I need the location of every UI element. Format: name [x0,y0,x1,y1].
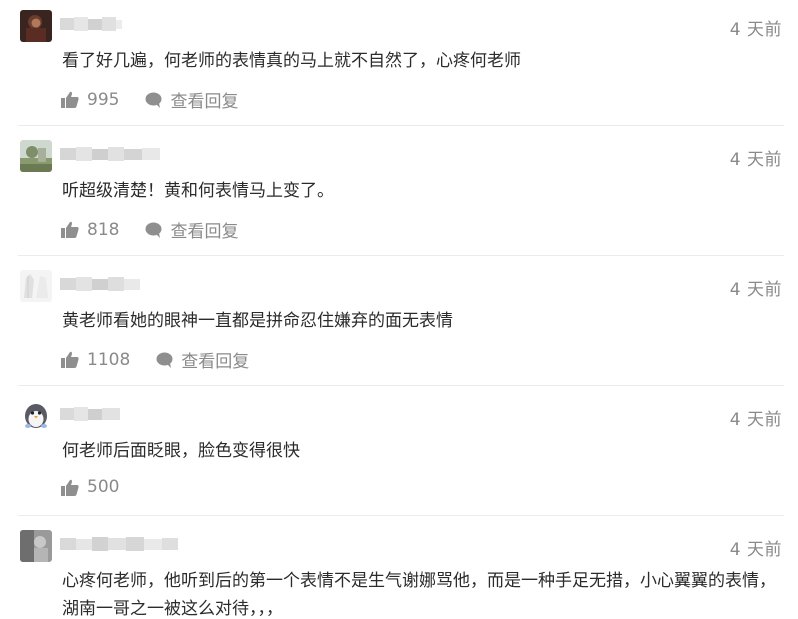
username-blurred[interactable] [60,144,160,164]
speech-bubble-icon [145,222,162,238]
comment-text: 心疼何老师，他听到后的第一个表情不是生气谢娜骂他，而是一种手足无措，小心翼翼的表… [62,571,776,619]
comment-time: 4 天前 [729,280,782,300]
avatar[interactable] [20,400,52,432]
comment-actions: 818 查看回复 [61,217,238,242]
comment-text: 何老师后面眨眼，脸色变得很快 [62,441,300,461]
view-replies-button[interactable]: 查看回复 [145,87,238,112]
comment-item: 4 天前 心疼何老师，他听到后的第一个表情不是生气谢娜骂他，而是一种手足无措，小… [0,520,798,619]
comment-time: 4 天前 [729,540,782,560]
comment-time: 4 天前 [729,20,782,40]
comment-item: 4 天前 黄老师看她的眼神一直都是拼命忍住嫌弃的面无表情 1108 查看回复 [0,260,798,385]
divider [18,255,784,256]
thumbs-up-icon [61,351,79,368]
divider [18,385,784,386]
view-replies-button[interactable]: 查看回复 [145,217,238,242]
like-button[interactable]: 500 [61,477,119,497]
view-replies-button[interactable]: 查看回复 [156,347,249,372]
like-count: 995 [87,89,120,110]
comment-actions: 1108 查看回复 [61,347,249,372]
avatar[interactable] [20,530,52,562]
comment-actions: 500 [61,477,119,497]
comment-text: 黄老师看她的眼神一直都是拼命忍住嫌弃的面无表情 [62,311,453,331]
avatar[interactable] [20,10,52,42]
like-button[interactable]: 818 [61,220,119,240]
view-replies-label: 查看回复 [170,222,239,242]
like-count: 500 [87,477,120,497]
avatar[interactable] [20,270,52,302]
comment-text: 听超级清楚！黄和何表情马上变了。 [62,181,334,201]
username-blurred[interactable] [60,534,178,554]
thumbs-up-icon [61,479,79,496]
like-button[interactable]: 995 [61,90,119,110]
comment-time: 4 天前 [729,150,782,170]
username-blurred[interactable] [60,404,120,424]
thumbs-up-icon [61,221,79,238]
like-count: 1108 [87,349,131,370]
view-replies-label: 查看回复 [181,352,250,372]
speech-bubble-icon [156,352,173,368]
thumbs-up-icon [61,91,79,108]
comment-item: 4 天前 看了好几遍，何老师的表情真的马上就不自然了，心疼何老师 995 查看回… [0,0,798,125]
comment-item: 4 天前 何老师后面眨眼，脸色变得很快 500 [0,390,798,515]
avatar[interactable] [20,140,52,172]
view-replies-label: 查看回复 [170,92,239,112]
like-count: 818 [87,219,120,240]
comment-item: 4 天前 听超级清楚！黄和何表情马上变了。 818 查看回复 [0,130,798,255]
speech-bubble-icon [145,92,162,108]
divider [18,515,784,516]
username-blurred[interactable] [60,14,122,34]
comment-text: 看了好几遍，何老师的表情真的马上就不自然了，心疼何老师 [62,51,521,71]
username-blurred[interactable] [60,274,140,294]
comment-actions: 995 查看回复 [61,87,238,112]
comment-time: 4 天前 [729,410,782,430]
like-button[interactable]: 1108 [61,350,130,370]
divider [18,125,784,126]
